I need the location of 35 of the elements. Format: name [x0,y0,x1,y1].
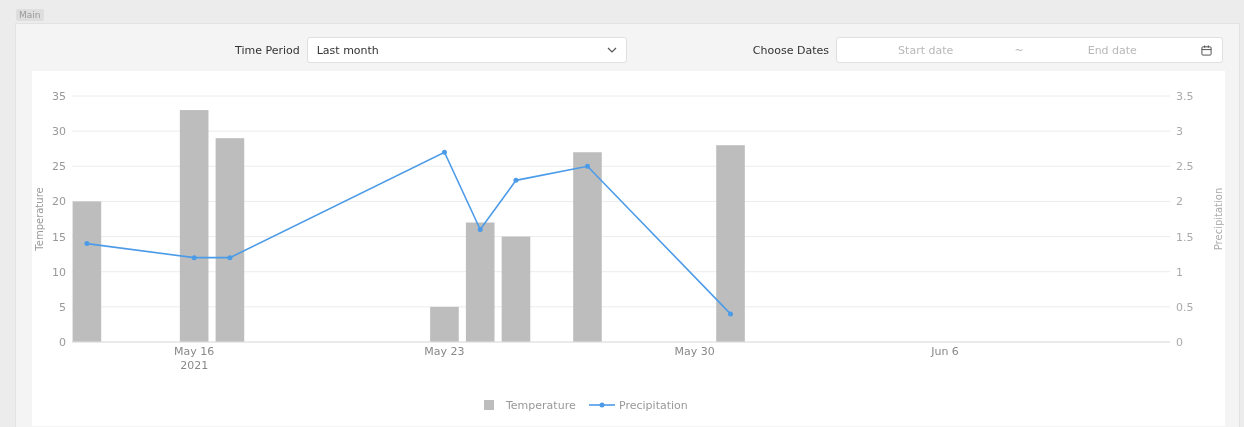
legend-swatch [484,400,494,410]
field-label: Time Period [235,43,300,57]
field-label: Choose Dates [752,43,829,57]
axis-title: Temperature [34,187,45,251]
axis-tick-label: May 16 [174,345,215,358]
axis-tick-label: 20 [52,195,66,209]
tab[interactable]: Main [16,9,44,21]
axis-tick-label: Jun 6 [931,345,959,358]
axis-tick-label: 30 [52,125,66,139]
axis-tick-label: 2 [1176,195,1183,209]
axis-tick-label: 3.5 [1176,90,1194,103]
axis-tick-label: 5 [59,300,66,314]
axis-tick-label: 10 [52,265,66,279]
bar [430,306,459,342]
axis-tick-label: 25 [52,160,66,174]
axis-tick-label: 15 [52,230,66,244]
axis-tick-label: 0 [59,336,66,349]
axis-tick-label: 35 [52,90,66,103]
calendar-icon [1201,44,1212,56]
legend-label[interactable]: Precipitation [619,399,688,412]
axis-tick-label: 0 [1176,336,1183,349]
axis-tick-label: May 23 [424,345,465,358]
axis-tick-label: 0.5 [1176,300,1194,314]
axis-tick-label: 2021 [180,359,209,372]
time-period-select[interactable]: Last month [306,37,627,63]
legend-line-icon [588,402,616,408]
date-range-field[interactable]: Start date ~ End date [836,37,1223,63]
axis-tick-label: 2.5 [1176,160,1194,174]
axis-title: Precipitation [1213,187,1224,251]
axis-tick-label: 1.5 [1176,230,1194,244]
axis-tick-label: 3 [1176,125,1183,139]
legend-label[interactable]: Temperature [506,399,576,412]
chevron-down-icon [606,47,617,53]
axis-tick-label: 1 [1176,265,1183,279]
axis-tick-label: May 30 [674,345,715,358]
